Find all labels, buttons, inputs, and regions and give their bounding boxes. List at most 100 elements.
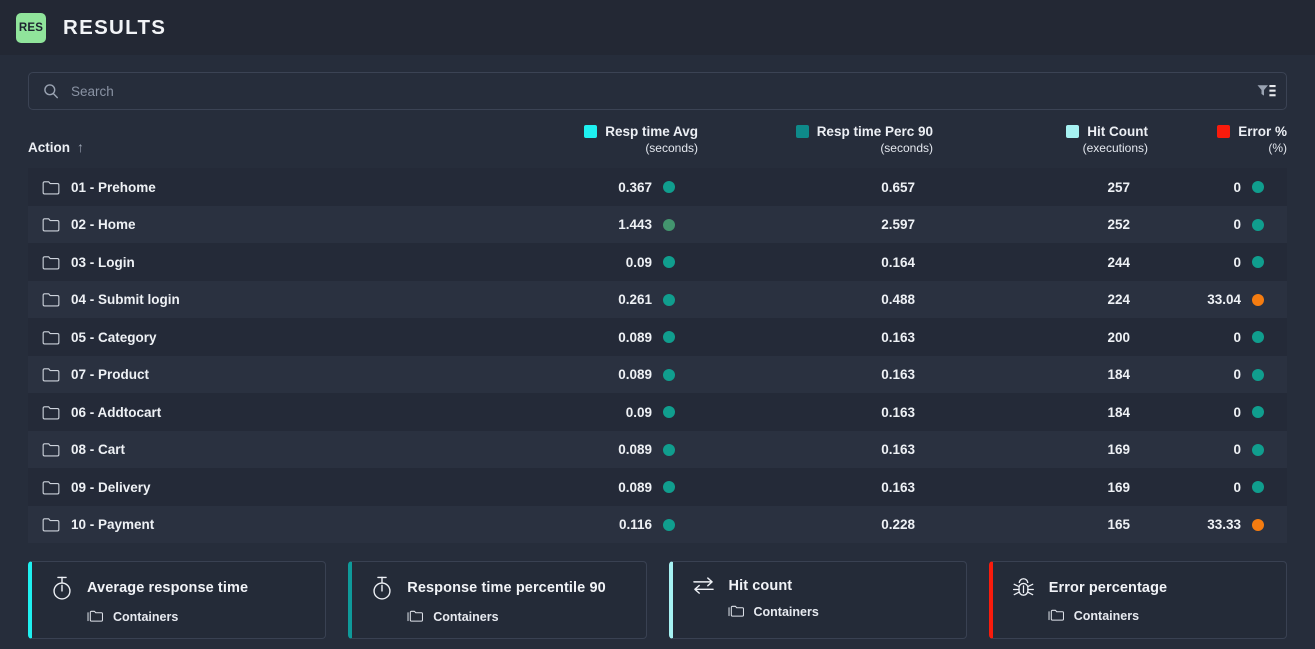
folder-icon	[42, 255, 60, 270]
row-resp-time-avg-cell: 0.09	[458, 243, 698, 281]
column-header-error-pct[interactable]: Error % (%)	[1148, 124, 1287, 168]
row-action-cell[interactable]: 08 - Cart	[28, 431, 458, 469]
filter-list-icon[interactable]	[1257, 83, 1276, 99]
row-action-cell[interactable]: 05 - Category	[28, 318, 458, 356]
row-hit-count-value: 169	[1107, 479, 1130, 495]
row-hit-count-cell: 200	[933, 318, 1148, 356]
row-error-pct-value: 0	[1233, 367, 1241, 383]
row-action-label: 01 - Prehome	[71, 179, 156, 195]
row-error-pct-cell: 0	[1148, 243, 1287, 281]
row-error-pct-status-dot	[1252, 481, 1264, 494]
row-hit-count-cell: 252	[933, 206, 1148, 244]
row-resp-time-avg-value: 0.089	[618, 367, 652, 383]
table-row[interactable]: 03 - Login 0.09 0.164 244 0	[28, 243, 1287, 281]
row-action-cell[interactable]: 10 - Payment	[28, 506, 458, 544]
row-resp-time-avg-status-dot	[663, 293, 675, 306]
folder-icon	[42, 442, 60, 457]
row-error-pct-value: 0	[1233, 479, 1241, 495]
table-row[interactable]: 10 - Payment 0.116 0.228 165 33.33	[28, 505, 1287, 544]
row-resp-time-avg-cell: 0.367	[458, 168, 698, 206]
table-row[interactable]: 04 - Submit login 0.261 0.488 224 33.04	[28, 280, 1287, 319]
row-hit-count-cell: 184	[933, 356, 1148, 394]
column-header-hit-count-label: Hit Count	[1087, 124, 1148, 139]
metric-card-title: Response time percentile 90	[407, 580, 606, 597]
row-error-pct-value: 0	[1233, 179, 1241, 195]
folder-icon	[42, 480, 60, 495]
row-action-cell[interactable]: 04 - Submit login	[28, 281, 458, 319]
metric-card-title: Hit count	[728, 577, 793, 594]
row-resp-time-avg-status-dot	[663, 481, 675, 494]
search-bar[interactable]	[28, 72, 1287, 110]
row-hit-count-value: 224	[1107, 292, 1130, 308]
row-resp-time-avg-status-dot	[663, 443, 675, 456]
row-action-cell[interactable]: 01 - Prehome	[28, 168, 458, 206]
column-header-hit-count[interactable]: Hit Count (executions)	[933, 124, 1148, 168]
exchange-arrows-icon	[691, 575, 716, 596]
search-input[interactable]	[71, 83, 1257, 99]
row-error-pct-value: 33.33	[1207, 517, 1241, 533]
row-action-cell[interactable]: 09 - Delivery	[28, 468, 458, 506]
row-error-pct-cell: 0	[1148, 206, 1287, 244]
legend-swatch-hit-count	[1066, 125, 1080, 139]
column-header-action-label: Action	[28, 140, 70, 156]
table-row[interactable]: 01 - Prehome 0.367 0.657 257 0	[28, 168, 1287, 206]
row-error-pct-cell: 0	[1148, 318, 1287, 356]
row-hit-count-cell: 169	[933, 431, 1148, 469]
search-icon	[43, 83, 59, 99]
table-row[interactable]: 05 - Category 0.089 0.163 200 0	[28, 318, 1287, 356]
metric-card[interactable]: Average response time Containers	[28, 561, 327, 640]
row-action-label: 03 - Login	[71, 254, 135, 270]
row-error-pct-cell: 0	[1148, 468, 1287, 506]
table-row[interactable]: 06 - Addtocart 0.09 0.163 184 0	[28, 393, 1287, 431]
table-row[interactable]: 08 - Cart 0.089 0.163 169 0	[28, 430, 1287, 469]
folder-icon	[42, 180, 60, 195]
row-action-label: 07 - Product	[71, 367, 150, 383]
column-header-resp-time-perc-90[interactable]: Resp time Perc 90 (seconds)	[698, 124, 933, 168]
column-header-error-pct-label: Error %	[1238, 124, 1287, 139]
row-resp-time-perc-90-value: 0.228	[881, 517, 915, 533]
table-row[interactable]: 02 - Home 1.443 2.597 252 0	[28, 205, 1287, 244]
row-action-cell[interactable]: 03 - Login	[28, 243, 458, 281]
row-action-cell[interactable]: 07 - Product	[28, 356, 458, 394]
row-hit-count-value: 184	[1107, 404, 1130, 420]
row-hit-count-cell: 224	[933, 281, 1148, 319]
row-resp-time-avg-status-dot	[663, 256, 675, 269]
row-hit-count-cell: 184	[933, 393, 1148, 431]
column-header-resp-time-avg-label: Resp time Avg	[605, 124, 698, 139]
row-resp-time-avg-cell: 1.443	[458, 206, 698, 244]
row-error-pct-status-dot	[1252, 181, 1264, 194]
row-action-cell[interactable]: 02 - Home	[28, 206, 458, 244]
column-header-resp-time-avg[interactable]: Resp time Avg (seconds)	[458, 124, 698, 168]
row-hit-count-value: 165	[1107, 517, 1130, 533]
metric-card-title: Average response time	[87, 580, 249, 597]
row-resp-time-avg-cell: 0.089	[458, 431, 698, 469]
row-resp-time-perc-90-value: 0.657	[881, 179, 915, 195]
metric-card-subtitle: Containers	[1073, 609, 1140, 624]
row-action-cell[interactable]: 06 - Addtocart	[28, 393, 458, 431]
row-action-label: 09 - Delivery	[71, 479, 151, 495]
row-error-pct-cell: 0	[1148, 431, 1287, 469]
page-title: RESULTS	[63, 15, 167, 39]
metric-card[interactable]: Hit count Containers	[668, 561, 967, 640]
row-error-pct-value: 0	[1233, 329, 1241, 345]
metric-card[interactable]: Response time percentile 90 Containers	[348, 561, 647, 640]
column-header-resp-time-perc-90-label: Resp time Perc 90	[816, 124, 933, 139]
column-header-action[interactable]: Action ↑	[28, 124, 458, 168]
table-row[interactable]: 09 - Delivery 0.089 0.163 169 0	[28, 468, 1287, 506]
metric-card-subtitle: Containers	[753, 605, 819, 620]
column-header-resp-time-perc-90-unit: (seconds)	[880, 140, 933, 155]
table-header-row: Action ↑ Resp time Avg (seconds) Resp tim…	[28, 124, 1287, 168]
row-hit-count-cell: 169	[933, 468, 1148, 506]
row-error-pct-status-dot	[1252, 256, 1264, 269]
folders-icon	[87, 610, 104, 624]
column-header-resp-time-avg-unit: (seconds)	[645, 140, 698, 155]
table-row[interactable]: 07 - Product 0.089 0.163 184 0	[28, 355, 1287, 394]
row-resp-time-avg-status-dot	[663, 406, 675, 419]
legend-swatch-resp-time-perc-90	[795, 125, 809, 139]
sort-ascending-icon[interactable]: ↑	[77, 139, 84, 155]
row-error-pct-status-dot	[1252, 293, 1264, 306]
row-hit-count-value: 244	[1107, 254, 1130, 270]
folder-icon	[42, 405, 60, 420]
metric-card[interactable]: Error percentage Containers	[988, 561, 1287, 640]
row-error-pct-status-dot	[1252, 406, 1264, 419]
